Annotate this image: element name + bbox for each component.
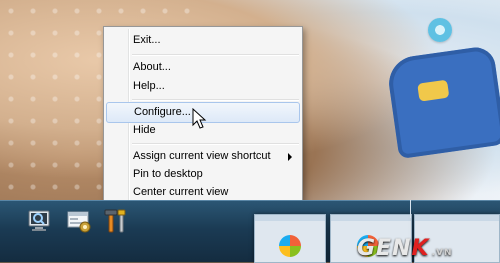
watermark-logo: GENK .VN	[357, 236, 452, 261]
menu-item-help[interactable]: Help...	[106, 76, 300, 97]
menu-item-about[interactable]: About...	[106, 57, 300, 78]
logo-text-main: GEN	[357, 236, 412, 261]
tractor-applique	[385, 44, 500, 160]
blue-button-decoration	[428, 18, 452, 42]
logo-text-suffix: .VN	[431, 248, 453, 258]
windows-logo-icon	[279, 235, 301, 257]
mouse-cursor-icon	[192, 108, 207, 129]
settings-window-icon[interactable]	[66, 208, 92, 234]
window-thumbnail[interactable]	[254, 214, 326, 263]
logo-text-accent: K	[411, 236, 430, 261]
menu-separator	[132, 143, 299, 145]
menu-item-exit[interactable]: Exit...	[106, 30, 300, 51]
magnifier-monitor-icon[interactable]	[26, 208, 52, 234]
pointer-line	[410, 200, 411, 218]
submenu-arrow-icon	[288, 153, 292, 161]
thumbnail-titlebar	[331, 215, 411, 221]
thumbnail-titlebar	[415, 215, 499, 221]
tools-icon[interactable]	[103, 208, 129, 234]
menu-separator	[132, 99, 299, 101]
menu-separator	[132, 54, 299, 56]
menu-item-label: Assign current view shortcut	[133, 150, 271, 162]
thumbnail-titlebar	[255, 215, 325, 221]
